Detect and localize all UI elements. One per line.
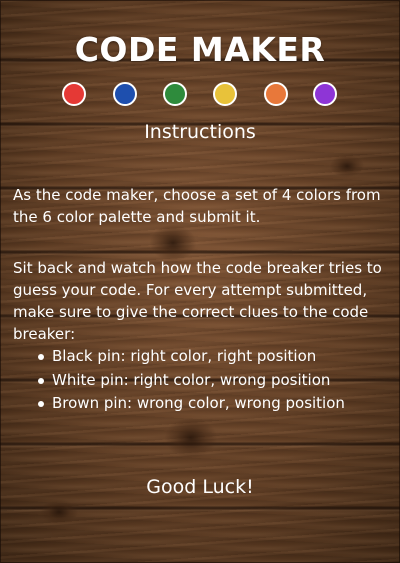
color-swatch-purple <box>313 82 337 106</box>
color-swatch-blue <box>113 82 137 106</box>
color-swatch-green <box>163 82 187 106</box>
instructions-heading: Instructions <box>144 121 256 143</box>
good-luck-message: Good Luck! <box>146 476 254 498</box>
bullet-icon <box>38 401 44 407</box>
color-swatch-yellow <box>213 82 237 106</box>
instructions-paragraph-2: Sit back and watch how the code breaker … <box>13 259 382 343</box>
bullet-icon <box>38 377 44 384</box>
clue-item-brown-pin: Brown pin: wrong color, wrong position <box>38 392 393 416</box>
color-swatch-orange <box>264 82 288 106</box>
color-swatch-red <box>62 82 86 106</box>
clue-item-black-pin: Black pin: right color, right position <box>38 345 393 369</box>
clue-item-white-pin: White pin: right color, wrong position <box>38 369 393 393</box>
color-palette <box>0 82 400 108</box>
clue-list: Black pin: right color, right position W… <box>38 345 393 416</box>
page-title: CODE MAKER <box>74 30 326 69</box>
clue-text: Brown pin: wrong color, wrong position <box>52 394 345 412</box>
clue-text: Black pin: right color, right position <box>52 347 317 365</box>
clue-text: White pin: right color, wrong position <box>52 370 331 389</box>
bullet-icon <box>38 354 44 360</box>
instructions-paragraph-1: As the code maker, choose a set of 4 col… <box>13 186 381 226</box>
